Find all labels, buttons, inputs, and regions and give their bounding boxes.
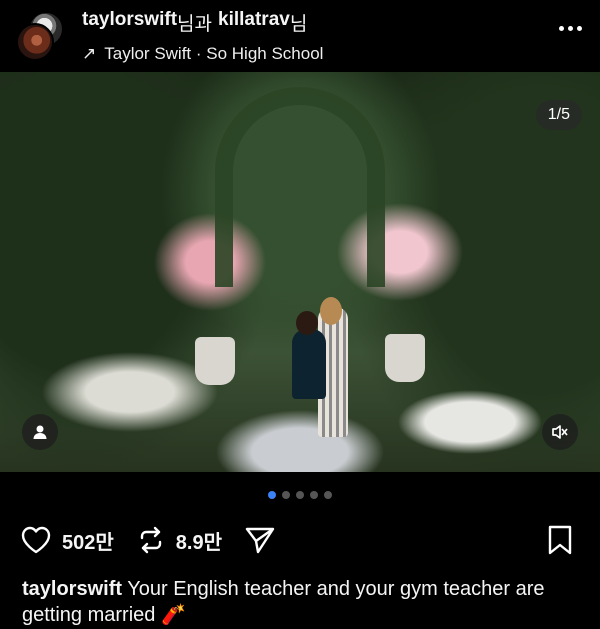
repost-button[interactable]: 8.9만 bbox=[136, 525, 222, 555]
repost-count[interactable]: 8.9만 bbox=[176, 526, 222, 555]
caption-username[interactable]: taylorswift bbox=[22, 578, 122, 600]
mute-button[interactable] bbox=[542, 414, 578, 450]
flower-arch bbox=[215, 87, 385, 287]
audio-link[interactable]: ↗ Taylor Swift · So High School bbox=[82, 44, 586, 64]
action-bar: 502만 8.9만 bbox=[0, 518, 600, 562]
carousel-dot bbox=[282, 491, 290, 499]
audio-label[interactable]: Taylor Swift · So High School bbox=[104, 44, 323, 64]
person-icon bbox=[33, 425, 47, 439]
author-name[interactable]: taylorswift bbox=[82, 9, 177, 36]
like-button[interactable]: 502만 bbox=[20, 525, 114, 555]
couple-figure bbox=[292, 297, 354, 437]
speaker-muted-icon bbox=[552, 425, 568, 439]
post-photo[interactable]: 1/5 bbox=[0, 72, 600, 472]
heart-icon bbox=[21, 526, 51, 554]
urn bbox=[385, 334, 425, 382]
share-button[interactable] bbox=[244, 525, 276, 555]
author-name[interactable]: killatrav bbox=[218, 9, 290, 36]
carousel-dot bbox=[310, 491, 318, 499]
caption: taylorswift Your English teacher and you… bbox=[0, 562, 600, 628]
repost-icon bbox=[140, 526, 161, 554]
more-horizontal-icon[interactable] bbox=[559, 26, 582, 31]
like-count[interactable]: 502만 bbox=[62, 526, 114, 555]
carousel-dot bbox=[296, 491, 304, 499]
arrow-up-right-icon: ↗ bbox=[82, 43, 97, 63]
avatar[interactable] bbox=[16, 23, 54, 61]
author-conjunction: 님과 bbox=[177, 13, 212, 35]
author-suffix: 님 bbox=[289, 13, 308, 35]
header-text: taylorswift 님과 killatrav 님 ↗ Taylor Swif… bbox=[82, 9, 586, 64]
firecracker-emoji: 🧨 bbox=[160, 604, 186, 626]
save-button[interactable] bbox=[546, 524, 574, 561]
post-header: taylorswift 님과 killatrav 님 ↗ Taylor Swif… bbox=[0, 0, 600, 72]
send-icon bbox=[245, 527, 275, 554]
urn bbox=[195, 337, 235, 385]
author-line: taylorswift 님과 killatrav 님 bbox=[82, 9, 586, 36]
avatar-group[interactable] bbox=[14, 9, 68, 63]
carousel-dot bbox=[268, 491, 276, 499]
carousel-dot bbox=[324, 491, 332, 499]
image-counter: 1/5 bbox=[535, 100, 582, 130]
bookmark-icon bbox=[548, 525, 572, 555]
carousel-indicator bbox=[0, 472, 600, 518]
tag-button[interactable] bbox=[22, 414, 58, 450]
